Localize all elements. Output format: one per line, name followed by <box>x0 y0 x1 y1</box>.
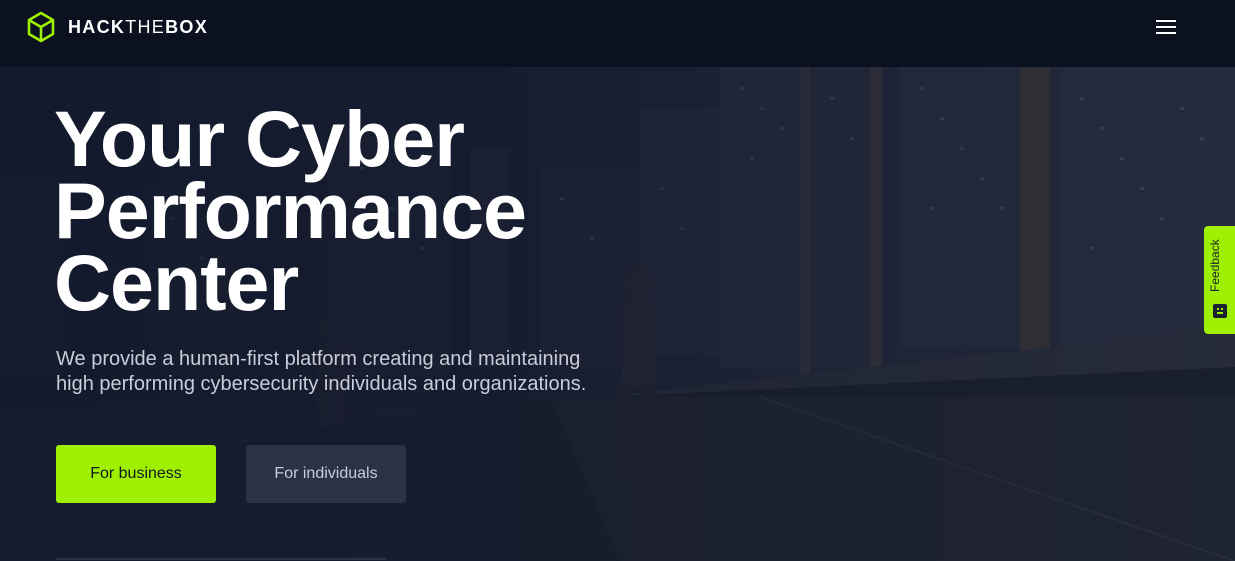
feedback-label: Feedback <box>1208 239 1222 293</box>
for-business-button[interactable]: For business <box>56 445 216 503</box>
headline-line-3: Center <box>54 238 299 327</box>
top-navigation-bar: HACKTHEBOX <box>0 0 1235 67</box>
headline-line-2: Performance <box>54 166 527 255</box>
hamburger-menu-icon[interactable] <box>1152 17 1180 37</box>
for-individuals-button[interactable]: For individuals <box>246 445 406 503</box>
headline-line-1: Your Cyber <box>54 94 465 183</box>
cube-icon <box>27 11 55 43</box>
divider <box>56 558 386 560</box>
brand-name: HACKTHEBOX <box>68 16 209 37</box>
subtext-line-2: high performing cybersecurity individual… <box>56 373 587 395</box>
subtext-line-1: We provide a human-first platform creati… <box>56 348 581 370</box>
smiley-face-icon <box>1213 304 1227 318</box>
brand-logo[interactable]: HACKTHEBOX <box>27 11 208 43</box>
feedback-tab[interactable]: Feedback <box>1204 226 1235 334</box>
page: HACKTHEBOX Your Cyber Performance Center… <box>0 0 1235 561</box>
hero-subtext: We provide a human-first platform creati… <box>56 347 656 397</box>
hero-headline: Your Cyber Performance Center <box>54 94 654 327</box>
